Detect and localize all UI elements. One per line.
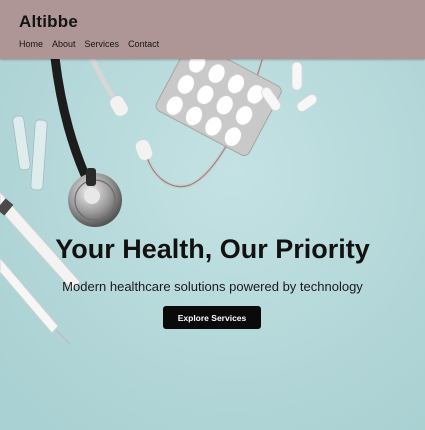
hero-title: Your Health, Our Priority: [55, 234, 370, 264]
main-nav: Home About Services Contact: [19, 39, 159, 49]
site-header: Altibbe Home About Services Contact: [0, 0, 425, 59]
brand-logo[interactable]: Altibbe: [19, 12, 78, 32]
page: Altibbe Home About Services Contact Your…: [0, 0, 425, 430]
nav-contact-link[interactable]: Contact: [128, 39, 159, 49]
nav-about-link[interactable]: About: [52, 39, 76, 49]
hero-background-image: [0, 0, 425, 430]
nav-services-link[interactable]: Services: [85, 39, 120, 49]
nav-home-link[interactable]: Home: [19, 39, 43, 49]
hero-subtitle: Modern healthcare solutions powered by t…: [62, 279, 363, 294]
explore-services-button[interactable]: Explore Services: [163, 306, 261, 329]
